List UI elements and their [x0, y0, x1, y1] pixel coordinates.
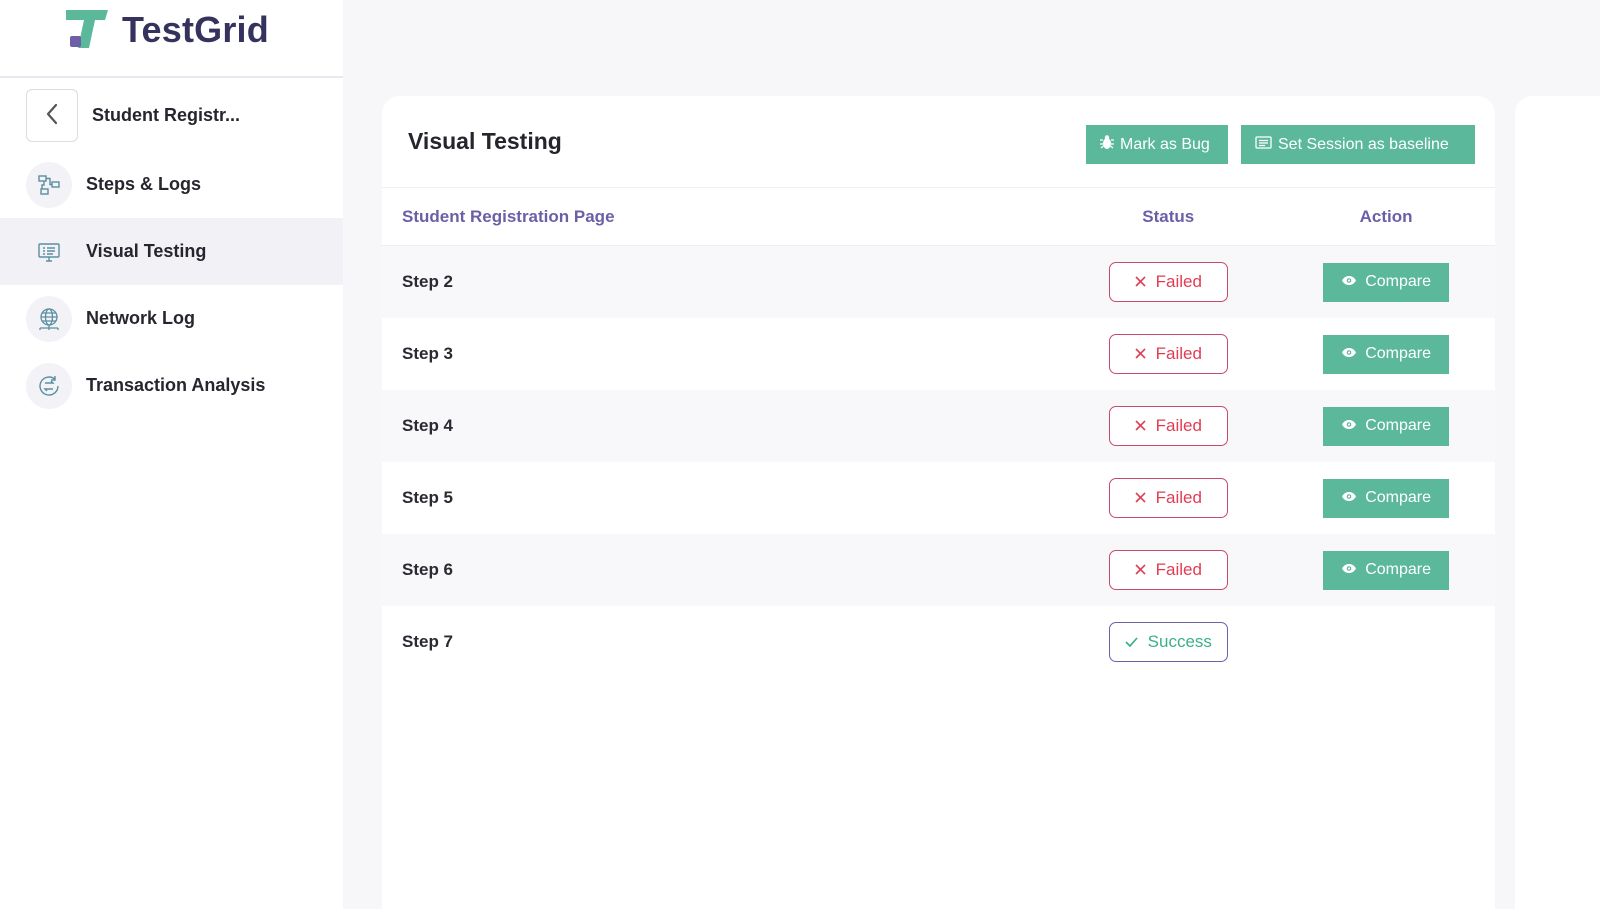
- compare-button[interactable]: Compare: [1323, 334, 1450, 374]
- bug-icon: [1100, 134, 1114, 155]
- status-text: Failed: [1155, 416, 1202, 435]
- page-title: Visual Testing: [408, 128, 562, 154]
- close-icon: [1135, 560, 1146, 580]
- monitor-icon: [26, 228, 72, 275]
- eye-icon: [1341, 561, 1357, 579]
- sidebar-item-steps-logs[interactable]: Steps & Logs: [0, 151, 343, 218]
- compare-label: Compare: [1365, 489, 1431, 506]
- status-text: Failed: [1155, 272, 1202, 291]
- sidebar: TestGrid Student Registr... Steps & Logs…: [0, 0, 343, 909]
- sidebar-item-transaction-analysis[interactable]: Transaction Analysis: [0, 352, 343, 419]
- transaction-icon: [26, 362, 72, 409]
- mark-as-bug-button[interactable]: Mark as Bug: [1086, 125, 1228, 164]
- table-row: Step 6 Failed Compare: [382, 534, 1495, 606]
- close-icon: [1135, 488, 1146, 508]
- step-name: Step 3: [402, 344, 454, 363]
- table-row: Step 7 Success: [382, 606, 1495, 678]
- close-icon: [1135, 272, 1146, 292]
- status-badge: Failed: [1108, 262, 1228, 302]
- column-header-action: Action: [1359, 206, 1413, 226]
- back-button[interactable]: [26, 88, 78, 142]
- status-text: Failed: [1155, 488, 1202, 507]
- status-text: Success: [1147, 632, 1212, 651]
- status-badge: Failed: [1108, 334, 1228, 374]
- column-header-page: Student Registration Page: [402, 206, 615, 226]
- steps-logs-icon: [26, 161, 72, 208]
- sidebar-divider: [0, 76, 343, 78]
- header-actions: Mark as Bug Set Session as baseline: [1086, 125, 1475, 164]
- table-row: Step 2 Failed Compare: [382, 246, 1495, 318]
- list-icon: [1255, 135, 1272, 154]
- close-icon: [1135, 416, 1146, 436]
- set-baseline-label: Set Session as baseline: [1278, 135, 1449, 153]
- table-row: Step 3 Failed Compare: [382, 318, 1495, 390]
- sidebar-item-visual-testing[interactable]: Visual Testing: [0, 218, 343, 285]
- compare-button[interactable]: Compare: [1323, 406, 1450, 446]
- globe-network-icon: [26, 295, 72, 342]
- eye-icon: [1341, 417, 1357, 435]
- table-row: Step 4 Failed Compare: [382, 390, 1495, 462]
- brand-name: TestGrid: [122, 9, 269, 50]
- column-header-status: Status: [1142, 206, 1195, 226]
- compare-label: Compare: [1365, 273, 1431, 290]
- step-name: Step 4: [402, 416, 454, 435]
- compare-button[interactable]: Compare: [1323, 262, 1450, 302]
- card-header: Visual Testing Mark as Bug Set Session a…: [382, 96, 1495, 188]
- status-badge: Failed: [1108, 406, 1228, 446]
- eye-icon: [1341, 273, 1357, 291]
- sidebar-item-network-log[interactable]: Network Log: [0, 285, 343, 352]
- check-icon: [1125, 632, 1138, 652]
- mark-as-bug-label: Mark as Bug: [1120, 135, 1210, 153]
- compare-label: Compare: [1365, 345, 1431, 362]
- right-panel: [1515, 96, 1600, 909]
- status-badge: Failed: [1108, 550, 1228, 590]
- step-name: Step 2: [402, 272, 454, 291]
- session-header: Student Registr...: [26, 88, 240, 142]
- step-name: Step 6: [402, 560, 454, 579]
- eye-icon: [1341, 345, 1357, 363]
- session-title: Student Registr...: [92, 104, 241, 125]
- compare-label: Compare: [1365, 417, 1431, 434]
- sidebar-item-label: Visual Testing: [86, 241, 207, 261]
- table-row: Step 5 Failed Compare: [382, 462, 1495, 534]
- step-name: Step 5: [402, 488, 454, 507]
- status-text: Failed: [1155, 560, 1202, 579]
- step-name: Step 7: [402, 632, 454, 651]
- sidebar-item-label: Network Log: [86, 308, 196, 328]
- compare-button[interactable]: Compare: [1323, 550, 1450, 590]
- table-header: Student Registration Page Status Action: [382, 188, 1495, 246]
- compare-label: Compare: [1365, 561, 1431, 578]
- status-badge: Success: [1108, 622, 1228, 662]
- eye-icon: [1341, 489, 1357, 507]
- set-baseline-button[interactable]: Set Session as baseline: [1241, 125, 1475, 164]
- close-icon: [1135, 344, 1146, 364]
- status-text: Failed: [1155, 344, 1202, 363]
- brand-logo[interactable]: TestGrid: [64, 8, 269, 52]
- sidebar-item-label: Steps & Logs: [86, 174, 202, 194]
- chevron-left-icon: [45, 103, 59, 128]
- visual-testing-card: Visual Testing Mark as Bug Set Session a…: [382, 96, 1495, 909]
- testgrid-logo-icon: [64, 8, 110, 52]
- sidebar-item-label: Transaction Analysis: [86, 375, 266, 395]
- compare-button[interactable]: Compare: [1323, 478, 1450, 518]
- status-badge: Failed: [1108, 478, 1228, 518]
